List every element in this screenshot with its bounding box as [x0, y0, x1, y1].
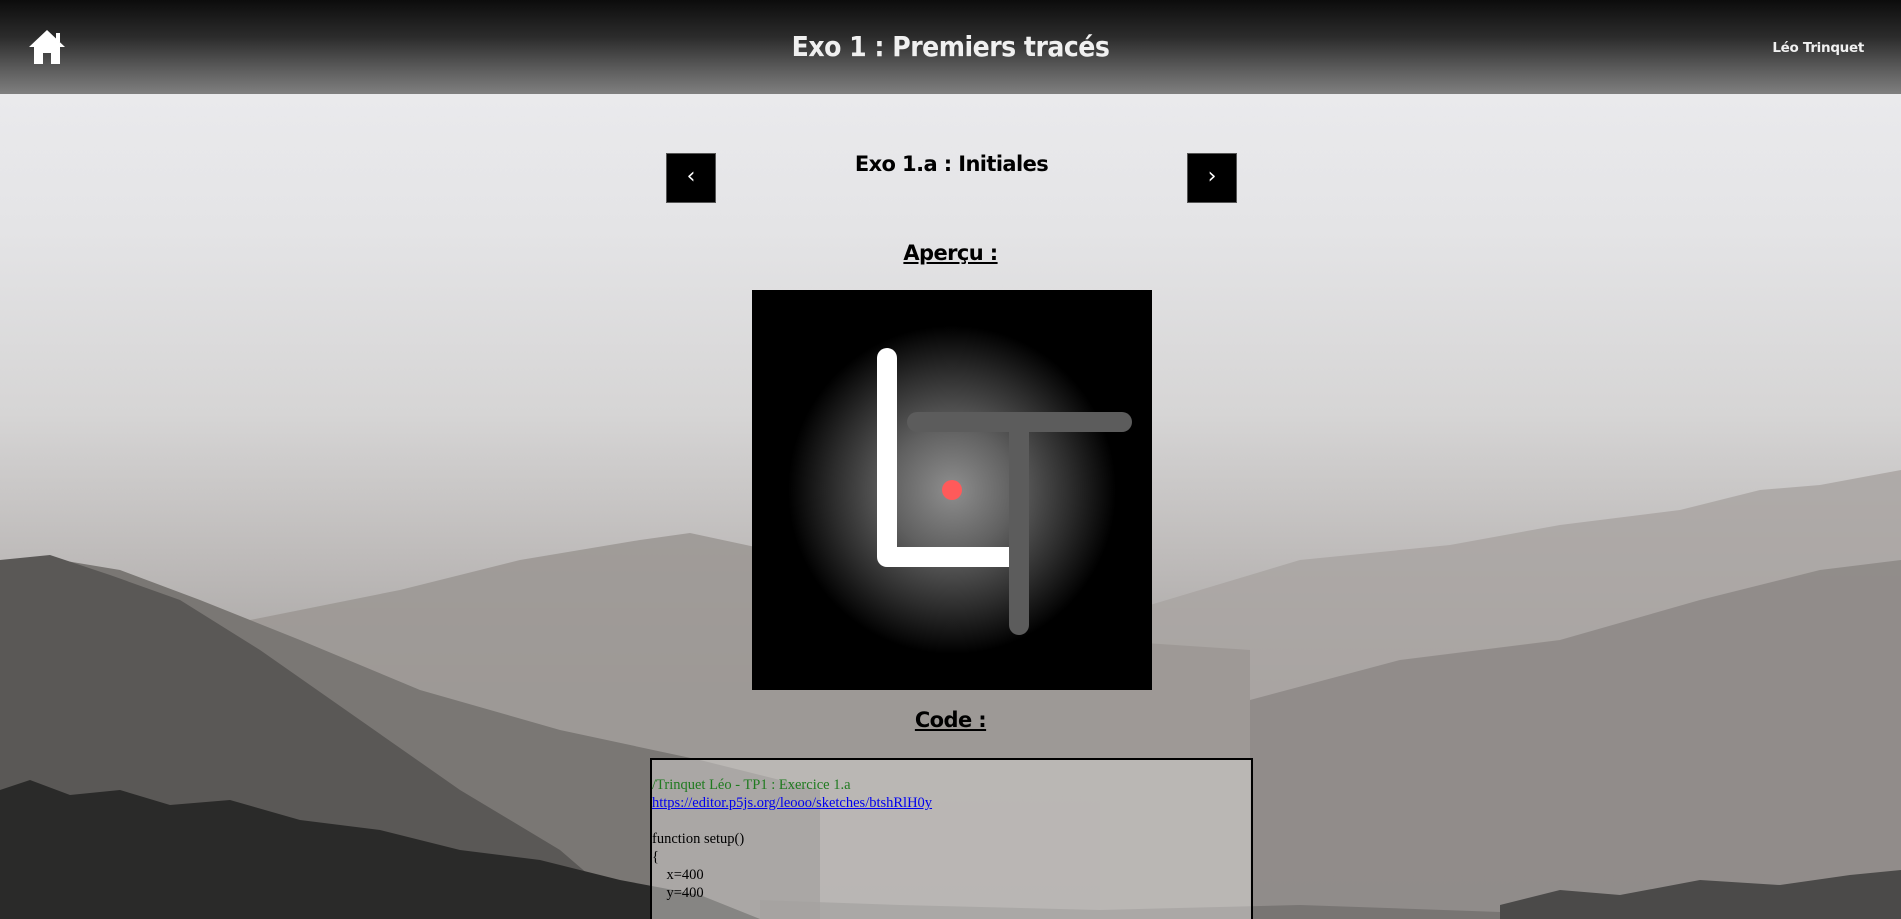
code-line: x=400 — [652, 867, 704, 883]
next-exercise-button[interactable]: › — [1187, 153, 1237, 203]
main-content: ‹ Exo 1.a : Initiales › Aperçu : Code : … — [0, 0, 1901, 919]
initials-drawing — [877, 348, 1132, 635]
sketch-link[interactable]: https://editor.p5js.org/leooo/sketches/b… — [652, 794, 1251, 812]
previous-exercise-button[interactable]: ‹ — [666, 153, 716, 203]
code-line: function setup() — [652, 831, 745, 847]
code-heading: Code : — [914, 708, 987, 732]
sketch-preview-canvas — [752, 290, 1152, 690]
red-dot — [942, 480, 962, 500]
preview-heading: Aperçu : — [903, 241, 998, 265]
code-line: y=400 — [652, 885, 704, 901]
code-block: /Trinquet Léo - TP1 : Exercice 1.a https:… — [650, 758, 1253, 919]
code-comment-line: /Trinquet Léo - TP1 : Exercice 1.a — [652, 777, 851, 793]
code-line: { — [652, 849, 659, 865]
exercise-title: Exo 1.a : Initiales — [854, 152, 1049, 176]
page-title: Exo 1 : Premiers tracés — [791, 30, 1110, 63]
top-header: Exo 1 : Premiers tracés Léo Trinquet — [0, 0, 1901, 94]
author-name[interactable]: Léo Trinquet — [1772, 0, 1864, 96]
